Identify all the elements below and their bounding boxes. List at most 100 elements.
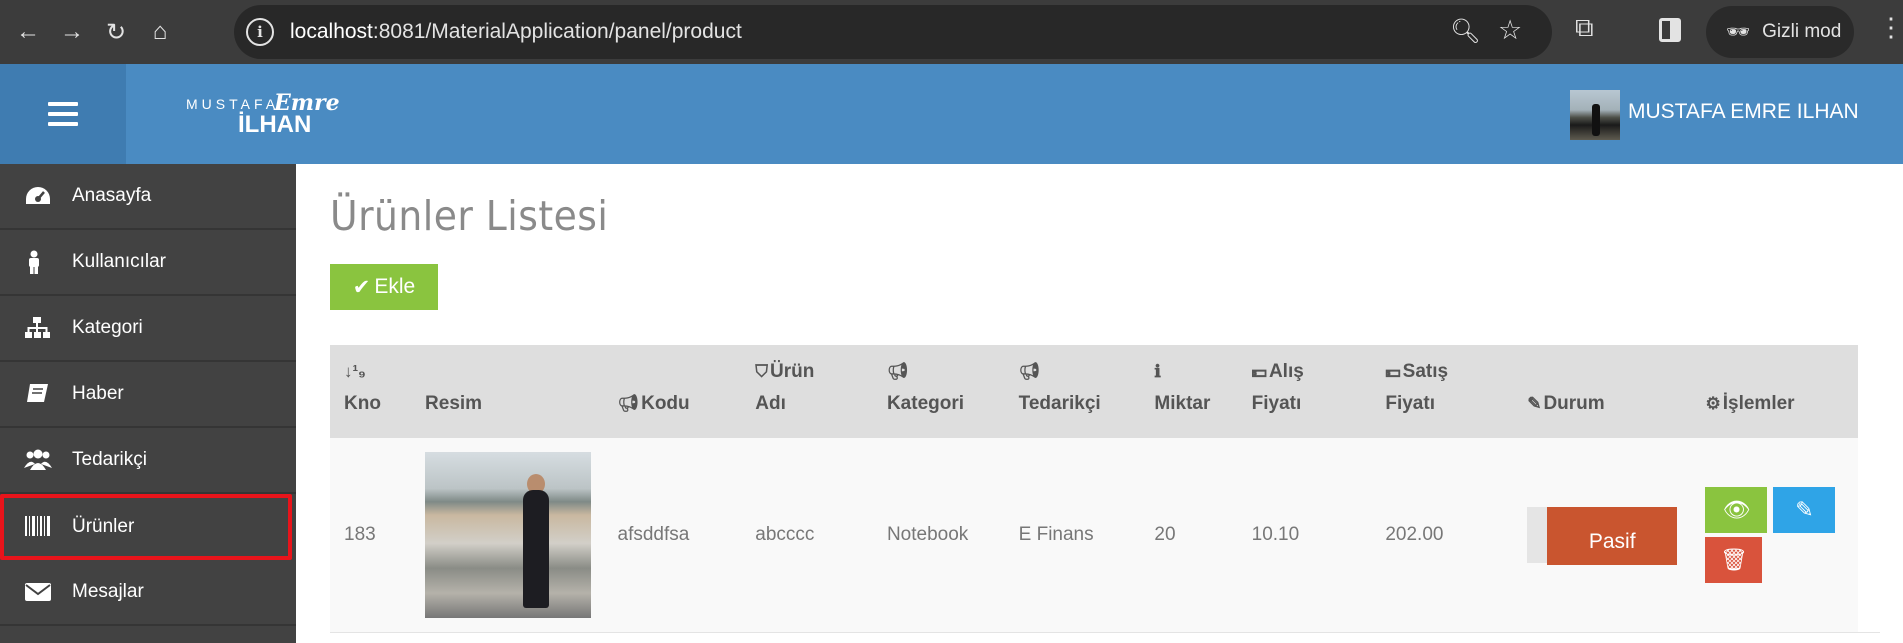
cell-satis-fiyati: 202.00: [1371, 438, 1514, 633]
table-row: 183 afsddfsa abcccc Notebook E Finans 20…: [330, 438, 1880, 633]
envelope-icon: [25, 583, 51, 601]
col-tedarikci: 📢︎ Tedarikçi: [1004, 345, 1141, 438]
col-label: Kodu: [641, 393, 690, 414]
browser-menu-icon[interactable]: ⋮: [1878, 12, 1903, 43]
table-spacer: [1857, 438, 1880, 633]
logo-line1: MUSTAFA: [186, 96, 280, 112]
col-islemler: ⚙ İşlemler: [1691, 345, 1858, 438]
cell-resim: [411, 438, 604, 633]
sidebar-item-kullanicilar[interactable]: Kullanıcılar: [0, 230, 296, 296]
incognito-label: Gizli mod: [1762, 21, 1842, 42]
col-label: Satış: [1402, 361, 1449, 382]
col-label: Tedarikçi: [1018, 393, 1101, 414]
status-button[interactable]: Pasif: [1547, 506, 1678, 565]
url-host: localhost: [290, 20, 373, 43]
col-durum: ✎ Durum: [1513, 345, 1692, 438]
app-header: MUSTAFA Emre İLHAN MUSTAFA EMRE ILHAN: [0, 64, 1903, 164]
cell-alis-fiyati: 10.10: [1237, 438, 1372, 633]
sidebar-item-urunler[interactable]: Ürünler: [0, 494, 292, 560]
row-actions: 👁︎ ✎ 🗑︎: [1705, 486, 1845, 583]
products-table: ↓¹₉ Kno Resim 📢︎ Kodu ⛉ Ürün Adı 📢︎ Kategori …: [330, 345, 1880, 633]
forward-icon[interactable]: →: [52, 12, 92, 52]
sidebar-item-anasayfa[interactable]: Anasayfa: [0, 164, 296, 230]
status-toggle[interactable]: Pasif: [1527, 506, 1678, 565]
money-icon: 💵︎: [1385, 362, 1401, 381]
delete-button[interactable]: 🗑︎: [1705, 536, 1763, 583]
users-icon: [24, 449, 52, 470]
view-button[interactable]: 👁︎: [1705, 486, 1768, 533]
bullhorn-icon: 📢︎: [886, 362, 909, 381]
product-image: [425, 451, 592, 618]
user-icon: [29, 250, 39, 274]
col-resim: Resim: [411, 345, 604, 438]
user-avatar[interactable]: [1570, 90, 1620, 140]
url-path: :8081/MaterialApplication/panel/product: [372, 20, 742, 43]
col-label: Resim: [425, 393, 483, 414]
bookmark-star-icon[interactable]: ☆: [1498, 15, 1522, 46]
incognito-badge[interactable]: 🕶︎ Gizli mod: [1706, 6, 1854, 58]
sidebar-item-label: Anasayfa: [72, 185, 152, 206]
bullhorn-icon: 📢︎: [1018, 362, 1041, 381]
zoom-icon[interactable]: 🔍︎: [1450, 17, 1480, 46]
sidebar-item-label: Tedarikçi: [72, 449, 147, 470]
table-header-row: ↓¹₉ Kno Resim 📢︎ Kodu ⛉ Ürün Adı 📢︎ Kategori …: [330, 345, 1880, 438]
add-button[interactable]: ✔ Ekle: [330, 264, 438, 310]
cell-tedarikci: E Finans: [1004, 438, 1141, 633]
reload-icon[interactable]: ↻: [96, 12, 136, 52]
col-label: Miktar: [1154, 393, 1211, 414]
back-icon[interactable]: ←: [8, 12, 48, 52]
book-icon: [27, 384, 48, 402]
home-icon[interactable]: ⌂: [140, 12, 180, 52]
sidebar: Anasayfa Kullanıcılar Kategori Haber Ted…: [0, 164, 296, 643]
site-info-icon[interactable]: i: [246, 18, 274, 46]
cogs-icon: ⚙: [1705, 394, 1721, 413]
incognito-icon: 🕶︎: [1726, 22, 1751, 43]
cell-kategori: Notebook: [872, 438, 1005, 633]
edit-button[interactable]: ✎: [1773, 486, 1836, 533]
address-bar[interactable]: i localhost:8081/MaterialApplication/pan…: [234, 5, 1552, 59]
sidebar-item-label: Ürünler: [72, 516, 135, 537]
money-icon: 💵︎: [1251, 362, 1267, 381]
edit-icon: ✎: [1527, 394, 1542, 413]
col-kno[interactable]: ↓¹₉ Kno: [330, 345, 412, 438]
col-label: Ürün: [770, 361, 815, 382]
check-icon: ✔: [352, 275, 371, 299]
eye-icon: 👁︎: [1722, 496, 1751, 522]
browser-toolbar: ← → ↻ ⌂ i localhost:8081/MaterialApplica…: [0, 0, 1903, 64]
cell-urun-adi: abcccc: [741, 438, 873, 633]
col-label: Adı: [755, 393, 786, 414]
side-panel-icon[interactable]: [1659, 18, 1681, 42]
site-logo[interactable]: MUSTAFA Emre İLHAN: [186, 90, 340, 138]
table-spacer: [1857, 345, 1880, 438]
col-kategori: 📢︎ Kategori: [872, 345, 1005, 438]
col-miktar: ℹ Miktar: [1140, 345, 1238, 438]
url-text[interactable]: localhost:8081/MaterialApplication/panel…: [290, 20, 742, 44]
cell-miktar: 20: [1140, 438, 1238, 633]
sidebar-item-kategori[interactable]: Kategori: [0, 296, 296, 362]
cell-islemler: 👁︎ ✎ 🗑︎: [1691, 438, 1858, 633]
cell-durum: Pasif: [1513, 438, 1692, 633]
trash-icon: 🗑︎: [1720, 546, 1748, 572]
col-label: Kno: [344, 393, 381, 414]
barcode-icon: [25, 516, 50, 536]
col-alis-fiyati: 💵︎ Alış Fiyatı: [1237, 345, 1372, 438]
extensions-icon[interactable]: ⧉: [1575, 12, 1594, 44]
hamburger-menu-icon[interactable]: [0, 64, 126, 164]
col-urun-adi: ⛉ Ürün Adı: [741, 345, 873, 438]
sidebar-item-tedarikci[interactable]: Tedarikçi: [0, 428, 296, 494]
logo-line3: İLHAN: [238, 111, 312, 138]
cell-kodu: afsddfsa: [603, 438, 742, 633]
page-title: Ürünler Listesi: [330, 192, 609, 240]
dashboard-icon: [26, 187, 50, 204]
sitemap-icon: [25, 317, 50, 338]
col-label: Alış: [1268, 361, 1304, 382]
sidebar-item-haber[interactable]: Haber: [0, 362, 296, 428]
sort-numeric-icon: ↓¹₉: [344, 362, 366, 381]
info-icon: ℹ: [1154, 362, 1161, 381]
sidebar-item-mesajlar[interactable]: Mesajlar: [0, 560, 296, 626]
bullhorn-icon: 📢︎: [617, 394, 640, 413]
col-label: Fiyatı: [1251, 393, 1302, 414]
add-button-label: Ekle: [374, 275, 416, 298]
user-name[interactable]: MUSTAFA EMRE ILHAN: [1628, 100, 1859, 124]
cell-kno: 183: [330, 438, 412, 633]
